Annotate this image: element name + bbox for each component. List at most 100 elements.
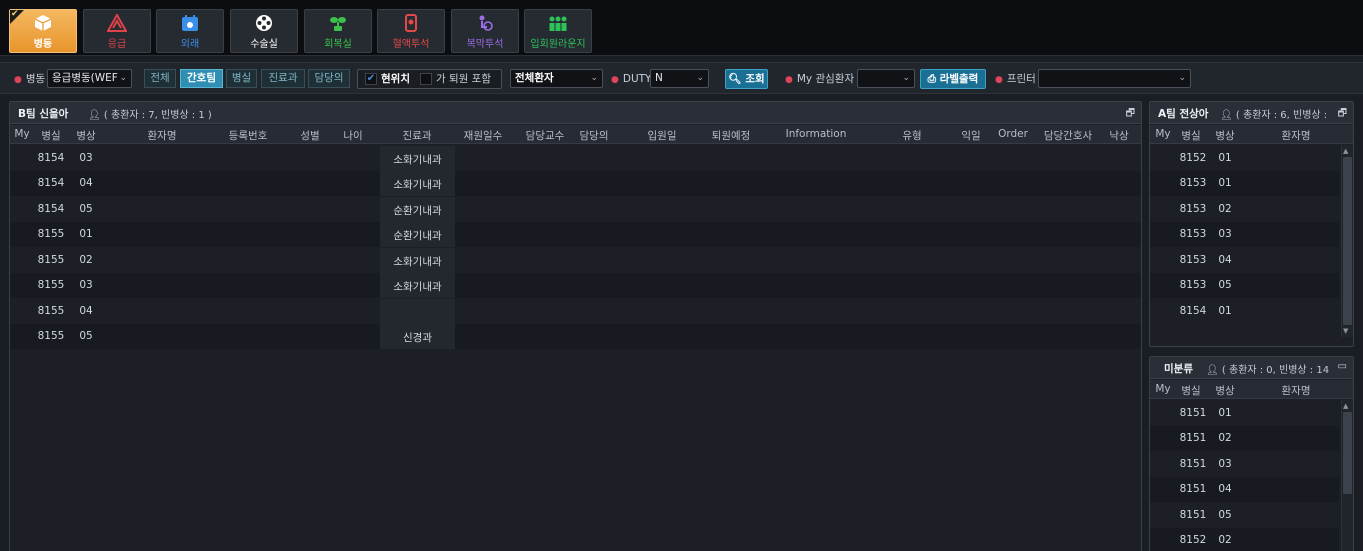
- group-icon: [549, 16, 567, 31]
- unassigned-table-header: My 병실 병상 환자명: [1150, 380, 1353, 399]
- col-stay-days[interactable]: 재원일수: [456, 128, 510, 143]
- col-nurse[interactable]: 담당간호사: [1040, 128, 1096, 143]
- segment-department[interactable]: 진료과: [261, 69, 305, 88]
- include-discharge-checkbox[interactable]: [420, 73, 432, 85]
- col-patient-name[interactable]: 환자명: [1250, 383, 1342, 398]
- col-gender[interactable]: 성별: [292, 128, 328, 143]
- col-admission-date[interactable]: 입원일: [620, 128, 704, 143]
- room-cell: 8154: [1179, 305, 1207, 317]
- table-row[interactable]: 8151 02: [1150, 426, 1339, 451]
- scroll-down-icon[interactable]: ▼: [1343, 327, 1348, 335]
- col-bed[interactable]: 병상: [70, 128, 102, 143]
- dept-cell: 소화기내과: [393, 256, 442, 268]
- table-row[interactable]: 8154 01: [1150, 299, 1339, 324]
- table-row[interactable]: 8155 01 순환기내과: [10, 222, 1141, 247]
- cube-icon: [34, 15, 52, 31]
- col-department[interactable]: 진료과: [378, 128, 456, 143]
- nav-outpatient-button[interactable]: 외래: [156, 9, 224, 53]
- col-my[interactable]: My: [1154, 128, 1172, 140]
- unassigned-scrollbar[interactable]: ▲: [1341, 400, 1353, 551]
- table-row[interactable]: 8153 02: [1150, 197, 1339, 222]
- bed-cell: 03: [79, 279, 93, 291]
- calendar-clinic-icon: [182, 15, 198, 31]
- col-order[interactable]: Order: [994, 128, 1032, 140]
- film-reel-icon: [256, 15, 272, 31]
- col-room[interactable]: 병실: [34, 128, 68, 143]
- col-type[interactable]: 유형: [892, 128, 932, 143]
- col-next-day[interactable]: 익일: [954, 128, 988, 143]
- nav-ward-button[interactable]: ✔ 병동: [9, 9, 77, 53]
- col-patient-name[interactable]: 환자명: [114, 128, 210, 143]
- col-age[interactable]: 나이: [336, 128, 370, 143]
- table-row[interactable]: 8154 05 순환기내과: [10, 197, 1141, 222]
- room-cell: 8153: [1179, 228, 1207, 240]
- segment-all[interactable]: 전체: [144, 69, 176, 88]
- team-a-scrollbar[interactable]: ▲ ▼: [1341, 145, 1353, 337]
- nav-lounge-button[interactable]: 입회원라운지: [524, 9, 592, 53]
- table-row[interactable]: 8152 01: [1150, 146, 1339, 171]
- scroll-thumb[interactable]: [1343, 412, 1352, 494]
- required-dot: ●: [785, 75, 793, 85]
- table-row[interactable]: 8155 05 신경과: [10, 324, 1141, 349]
- maximize-window-icon[interactable]: ▭: [1338, 361, 1347, 372]
- col-patient-name[interactable]: 환자명: [1250, 128, 1342, 143]
- room-cell: 8153: [1179, 177, 1207, 189]
- bed-cell: 03: [79, 152, 93, 164]
- table-row[interactable]: 8151 05: [1150, 503, 1339, 528]
- scroll-up-icon[interactable]: ▲: [1343, 147, 1348, 155]
- table-row[interactable]: 8155 02 소화기내과: [10, 248, 1141, 273]
- col-bed[interactable]: 병상: [1210, 128, 1240, 143]
- col-my[interactable]: My: [1154, 383, 1172, 395]
- col-attending[interactable]: 담당의: [572, 128, 616, 143]
- table-row[interactable]: 8153 03: [1150, 222, 1339, 247]
- col-professor[interactable]: 담당교수: [518, 128, 572, 143]
- nav-peritoneal-button[interactable]: 복막투석: [451, 9, 519, 53]
- printer-select[interactable]: ⌄: [1038, 69, 1191, 88]
- room-cell: 8154: [37, 203, 65, 215]
- table-row[interactable]: 8153 05: [1150, 273, 1339, 298]
- duty-select[interactable]: N ⌄: [650, 69, 709, 88]
- scroll-up-icon[interactable]: ▲: [1343, 402, 1348, 410]
- col-bed[interactable]: 병상: [1210, 383, 1240, 398]
- chevron-down-icon: ⌄: [590, 73, 598, 83]
- col-information[interactable]: Information: [766, 128, 866, 140]
- segment-attending[interactable]: 담당의: [308, 69, 350, 88]
- restore-window-icon[interactable]: 🗗: [1126, 106, 1135, 123]
- restore-window-icon[interactable]: 🗗: [1338, 106, 1347, 123]
- col-discharge-plan[interactable]: 퇴원예정: [704, 128, 758, 143]
- segment-room[interactable]: 병실: [226, 69, 257, 88]
- col-reg-no[interactable]: 등록번호: [210, 128, 286, 143]
- col-room[interactable]: 병실: [1176, 128, 1206, 143]
- table-row[interactable]: 8155 04: [10, 299, 1141, 324]
- chevron-down-icon: ⌄: [1178, 73, 1186, 83]
- current-location-checkbox[interactable]: ✔: [365, 73, 377, 85]
- table-row[interactable]: 8152 02: [1150, 528, 1339, 551]
- nav-recovery-button[interactable]: 회복실: [304, 9, 372, 53]
- scroll-thumb[interactable]: [1343, 157, 1352, 325]
- chevron-down-icon: ⌄: [119, 73, 127, 83]
- my-patient-select[interactable]: ⌄: [857, 69, 915, 88]
- nav-hemodialysis-button[interactable]: 혈액투석: [377, 9, 445, 53]
- segment-nurse-team[interactable]: 간호팀: [180, 69, 223, 88]
- nav-operating-room-button[interactable]: 수술실: [230, 9, 298, 53]
- table-row[interactable]: 8151 04: [1150, 477, 1339, 502]
- room-cell: 8151: [1179, 509, 1207, 521]
- nav-emergency-label: 응급: [107, 39, 127, 50]
- table-row[interactable]: 8154 03 소화기내과: [10, 146, 1141, 171]
- nav-emergency-button[interactable]: 응급: [83, 9, 151, 53]
- col-my[interactable]: My: [14, 128, 30, 140]
- room-cell: 8153: [1179, 254, 1207, 266]
- unassigned-summary: 👤︎ ( 총환자 : 0, 빈병상 : 14: [1206, 365, 1330, 376]
- ward-select[interactable]: 응급병동(WEF ⌄: [47, 69, 132, 88]
- table-row[interactable]: 8154 04 소화기내과: [10, 171, 1141, 196]
- search-button[interactable]: 🔍︎ 조회: [725, 69, 768, 89]
- patient-filter-select[interactable]: 전체환자 ⌄: [510, 69, 603, 88]
- col-fall[interactable]: 낙상: [1104, 128, 1134, 143]
- label-print-button[interactable]: ⎙ 라벨출력: [920, 69, 986, 89]
- table-row[interactable]: 8153 04: [1150, 248, 1339, 273]
- table-row[interactable]: 8151 01: [1150, 401, 1339, 426]
- table-row[interactable]: 8155 03 소화기내과: [10, 273, 1141, 298]
- table-row[interactable]: 8153 01: [1150, 171, 1339, 196]
- col-room[interactable]: 병실: [1176, 383, 1206, 398]
- table-row[interactable]: 8151 03: [1150, 452, 1339, 477]
